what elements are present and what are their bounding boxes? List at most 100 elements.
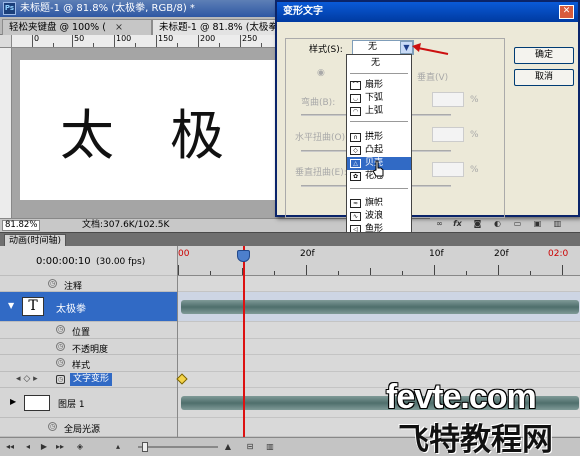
percent-sign: % <box>470 95 479 105</box>
bend-label: 弯曲(B): <box>301 98 336 108</box>
trash-icon[interactable]: ▥ <box>552 219 563 229</box>
stopwatch-icon[interactable]: ◷ <box>56 358 65 367</box>
dropdown-item-flag[interactable]: ≈ 旗帜 <box>347 197 411 210</box>
zoom-in-icon[interactable]: ▲ <box>222 442 234 452</box>
tab-animation-timeline[interactable]: 动画(时间轴) <box>4 234 67 246</box>
chevron-down-icon[interactable]: ▼ <box>8 301 14 310</box>
close-icon[interactable]: ✕ <box>559 5 574 19</box>
red-arrow-annotation <box>412 43 449 55</box>
keyframe-nav-icon[interactable]: ◂ ◇ ▸ <box>16 374 38 384</box>
text-layer-track[interactable] <box>178 292 580 322</box>
stopwatch-icon[interactable]: ◷ <box>48 422 57 431</box>
item-label: 旗帜 <box>365 198 384 208</box>
bend-input[interactable] <box>432 92 464 107</box>
layer1-row[interactable]: ▶ 图层 1 <box>0 388 177 418</box>
document-info: 文档:307.6K/102.5K <box>82 220 170 230</box>
link-icon[interactable]: ∞ <box>434 219 445 229</box>
text-layer-duration-bar[interactable] <box>181 300 579 314</box>
text-warp-row[interactable]: ◂ ◇ ▸ ◷ 文字变形 <box>0 372 177 388</box>
folder-icon[interactable]: ▭ <box>512 219 523 229</box>
global-light-row[interactable]: ◷ 全局光源 <box>0 418 177 437</box>
play-icon[interactable]: ▶ <box>38 442 50 452</box>
hand-cursor-icon <box>372 160 384 177</box>
horizontal-distort-input[interactable] <box>432 127 464 142</box>
ok-button[interactable]: 确定 <box>514 47 574 64</box>
flag-icon: ≈ <box>350 199 361 208</box>
horizontal-radio[interactable]: ◉ <box>317 68 325 78</box>
audio-icon[interactable]: ◈ <box>74 442 86 452</box>
comments-row[interactable]: ◷ 注释 <box>0 276 177 292</box>
ruler-mark: 250 <box>242 35 258 43</box>
layer-name: 太极拳 <box>56 304 86 315</box>
cancel-button[interactable]: 取消 <box>514 69 574 86</box>
row-label: 注释 <box>64 282 83 292</box>
trash-icon[interactable]: ▥ <box>264 442 276 452</box>
first-frame-icon[interactable]: ◂◂ <box>4 442 16 452</box>
stopwatch-icon[interactable]: ◷ <box>48 279 57 288</box>
close-icon[interactable]: × <box>115 22 123 33</box>
stopwatch-icon[interactable]: ◷ <box>56 342 65 351</box>
dropdown-item-arc-upper[interactable]: ◠ 上弧 <box>347 105 411 118</box>
dropdown-item-none[interactable]: 无 <box>347 57 411 70</box>
keyframe-diamond-icon[interactable] <box>176 373 188 385</box>
row-label: 样式 <box>72 361 91 371</box>
arc-upper-icon: ◠ <box>350 107 361 116</box>
dropdown-item-arc[interactable]: ⌒ 扇形 <box>347 79 411 92</box>
warp-text-dialog: 变形文字 ✕ 样式(S): 无 ▼ ◉ 垂直(V) 弯曲(B): % 水平扭曲(… <box>275 0 580 218</box>
tab-keyboard-doc[interactable]: 轻松夹键盘 @ 100% ( × <box>2 19 152 35</box>
fx-icon[interactable]: fx <box>452 219 463 229</box>
layer-name: 图层 1 <box>58 400 85 410</box>
dropdown-item-bulge[interactable]: ◇ 凸起 <box>347 144 411 157</box>
opacity-row[interactable]: ◷ 不透明度 <box>0 339 177 355</box>
style-row[interactable]: ◷ 样式 <box>0 355 177 372</box>
dropdown-item-wave[interactable]: ∿ 波浪 <box>347 210 411 223</box>
zoom-out-icon[interactable]: ▴ <box>112 442 124 452</box>
layers-panel-icons: ∞ fx ◙ ◐ ▭ ▣ ▥ <box>430 217 580 232</box>
row-label: 文字变形 <box>70 373 113 386</box>
mask-icon[interactable]: ◙ <box>472 219 483 229</box>
timecode-row: 0:00:00:10 (30.00 fps) <box>0 246 177 276</box>
prev-frame-icon[interactable]: ◂ <box>22 442 34 452</box>
photoshop-icon: Ps <box>3 2 16 15</box>
text-layer-thumbnail-icon: T <box>22 297 44 316</box>
playhead-handle[interactable] <box>237 250 250 262</box>
dropdown-item-arc-lower[interactable]: ◡ 下弧 <box>347 92 411 105</box>
timeline-zoom-knob[interactable] <box>142 442 148 452</box>
flower-icon: ✿ <box>350 172 361 181</box>
watermark-site: fevte.com <box>386 378 537 416</box>
stopwatch-on-icon[interactable]: ◷ <box>56 375 65 384</box>
item-label: 下弧 <box>365 93 384 103</box>
vertical-distort-input[interactable] <box>432 162 464 177</box>
tab-untitled-doc[interactable]: 未标题-1 @ 81.8% (太极拳 <box>152 19 277 35</box>
text-layer-row[interactable]: ▼ T 太极拳 <box>0 292 177 322</box>
item-label: 扇形 <box>365 80 384 90</box>
window-title: 未标题-1 @ 81.8% (太极拳, RGB/8) * <box>20 3 195 14</box>
chevron-right-icon[interactable]: ▶ <box>10 397 16 406</box>
adjustment-icon[interactable]: ◐ <box>492 219 503 229</box>
next-frame-icon[interactable]: ▸▸ <box>54 442 66 452</box>
ruler-mark: 0 <box>34 35 40 43</box>
fps-label: (30.00 fps) <box>96 257 146 267</box>
time-label: 10f <box>429 249 444 259</box>
item-label: 无 <box>371 58 381 68</box>
stopwatch-icon[interactable]: ◷ <box>56 325 65 334</box>
ruler-mark: 100 <box>116 35 132 43</box>
convert-frame-icon[interactable]: ⊟ <box>244 442 256 452</box>
time-label: 00 <box>178 249 190 259</box>
zoom-field[interactable]: 81.82% <box>2 220 40 231</box>
position-track <box>178 322 580 339</box>
style-label: 样式(S): <box>309 45 343 55</box>
tab-label: 轻松夹键盘 @ 100% ( <box>9 22 106 33</box>
time-label: 02:0 <box>548 249 569 259</box>
new-layer-icon[interactable]: ▣ <box>532 219 543 229</box>
playhead-line[interactable] <box>243 246 245 437</box>
time-label: 20f <box>494 249 509 259</box>
vertical-ruler <box>0 48 12 218</box>
time-label: 20f <box>300 249 315 259</box>
dropdown-item-arch[interactable]: ∩ 拱形 <box>347 131 411 144</box>
dialog-title[interactable]: 变形文字 <box>277 2 578 22</box>
timeline-zoom-slider[interactable] <box>138 446 218 448</box>
position-row[interactable]: ◷ 位置 <box>0 322 177 339</box>
timecode: 0:00:00:10 <box>36 256 91 267</box>
wave-icon: ∿ <box>350 212 361 221</box>
